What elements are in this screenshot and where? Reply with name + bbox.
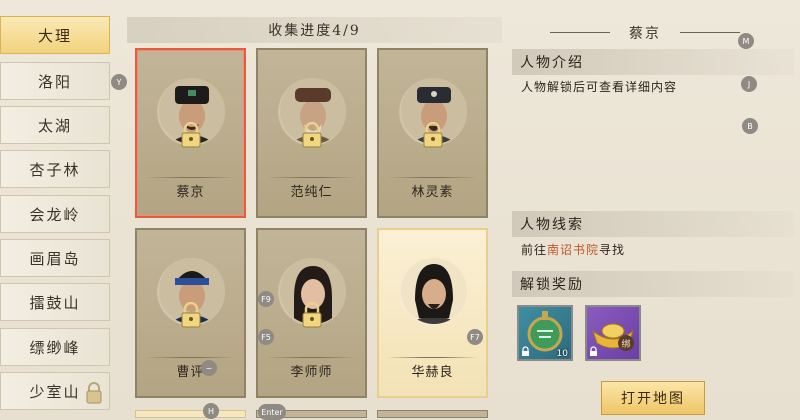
region-item-huilongling[interactable]: 会龙岭 xyxy=(0,195,110,233)
key-hint-y: Y xyxy=(111,74,127,90)
lock-icon xyxy=(302,122,322,148)
character-name: 李师师 xyxy=(290,365,333,380)
bound-lock-icon xyxy=(522,346,529,356)
character-card-linlingsu[interactable]: 林灵素 xyxy=(377,48,488,218)
region-sidebar: 大理 洛阳 太湖 杏子林 会龙岭 画眉岛 擂鼓山 缥缈峰 少室山 xyxy=(0,0,113,420)
region-label: 缥缈峰 xyxy=(29,338,81,357)
bound-lock-icon xyxy=(590,346,597,356)
card-divider xyxy=(145,357,236,358)
header-line xyxy=(550,32,610,33)
key-hint-tilde: ~ xyxy=(201,360,217,376)
key-hint-j: J xyxy=(741,76,757,92)
card-divider xyxy=(266,357,357,358)
key-hint-enter: Enter xyxy=(258,404,286,420)
region-label: 会龙岭 xyxy=(29,205,81,224)
lock-icon xyxy=(302,302,322,328)
key-hint-b: B xyxy=(742,118,758,134)
key-hint-m: M xyxy=(738,33,754,49)
character-name: 范纯仁 xyxy=(290,185,333,200)
key-hint-f5: F5 xyxy=(258,329,274,345)
card-divider xyxy=(387,357,478,358)
region-item-luoyang[interactable]: 洛阳 xyxy=(0,62,110,100)
region-label: 擂鼓山 xyxy=(29,293,81,312)
character-card-caijing[interactable]: 蔡京 xyxy=(135,48,246,218)
lock-icon xyxy=(86,382,102,404)
card-divider xyxy=(145,177,236,178)
lock-icon xyxy=(423,122,443,148)
reward-section-title: 解锁奖励 xyxy=(512,271,794,297)
character-name: 曹评 xyxy=(176,365,205,380)
reward-slot-jade-token[interactable]: 10 xyxy=(517,305,573,361)
region-item-shaoshishan[interactable]: 少室山 xyxy=(0,372,110,410)
region-item-taihu[interactable]: 太湖 xyxy=(0,106,110,144)
key-hint-f9: F9 xyxy=(258,291,274,307)
key-hint-f7: F7 xyxy=(467,329,483,345)
character-card-lishishi[interactable]: 李师师 xyxy=(256,228,367,398)
clue-section-title: 人物线索 xyxy=(512,211,794,237)
card-divider xyxy=(387,177,478,178)
region-label: 大理 xyxy=(37,26,72,45)
clue-prefix: 前往 xyxy=(521,243,548,257)
region-item-xingzilin[interactable]: 杏子林 xyxy=(0,150,110,188)
reward-slot-gold-ingot[interactable]: 绑 xyxy=(585,305,641,361)
card-divider xyxy=(266,177,357,178)
intro-section-title: 人物介绍 xyxy=(512,49,794,75)
header-line xyxy=(680,32,740,33)
lock-icon xyxy=(181,302,201,328)
character-name: 华赫良 xyxy=(411,365,454,380)
region-label: 杏子林 xyxy=(29,160,81,179)
lock-icon xyxy=(181,122,201,148)
character-card-caoping[interactable]: 曹评 xyxy=(135,228,246,398)
character-name: 蔡京 xyxy=(176,185,205,200)
card-peek xyxy=(377,410,488,418)
open-map-button[interactable]: 打开地图 xyxy=(601,381,705,415)
clue-text: 前往南诏书院寻找 xyxy=(521,241,625,258)
detail-character-name: 蔡京 xyxy=(629,26,661,42)
portrait-huaheliang xyxy=(401,258,467,324)
region-item-huameidao[interactable]: 画眉岛 xyxy=(0,239,110,277)
intro-text: 人物解锁后可查看详细内容 xyxy=(521,80,678,94)
region-label: 少室山 xyxy=(29,382,81,401)
card-peek xyxy=(135,410,246,418)
region-item-piaomiaofeng[interactable]: 缥缈峰 xyxy=(0,328,110,366)
reward-count: 10 xyxy=(556,349,568,359)
clue-place-link[interactable]: 南诏书院 xyxy=(547,243,599,257)
region-label: 太湖 xyxy=(37,116,72,135)
character-name: 林灵素 xyxy=(411,185,454,200)
region-label: 画眉岛 xyxy=(29,249,81,268)
key-hint-h: H xyxy=(203,403,219,419)
region-item-leigushan[interactable]: 擂鼓山 xyxy=(0,283,110,321)
bound-badge: 绑 xyxy=(618,335,634,351)
character-card-huaheliang[interactable]: 华赫良 xyxy=(377,228,488,398)
character-card-fanchunren[interactable]: 范纯仁 xyxy=(256,48,367,218)
clue-suffix: 寻找 xyxy=(599,243,626,257)
region-item-dali[interactable]: 大理 xyxy=(0,16,110,54)
collection-progress: 收集进度4/9 xyxy=(127,17,502,43)
region-label: 洛阳 xyxy=(37,72,72,91)
